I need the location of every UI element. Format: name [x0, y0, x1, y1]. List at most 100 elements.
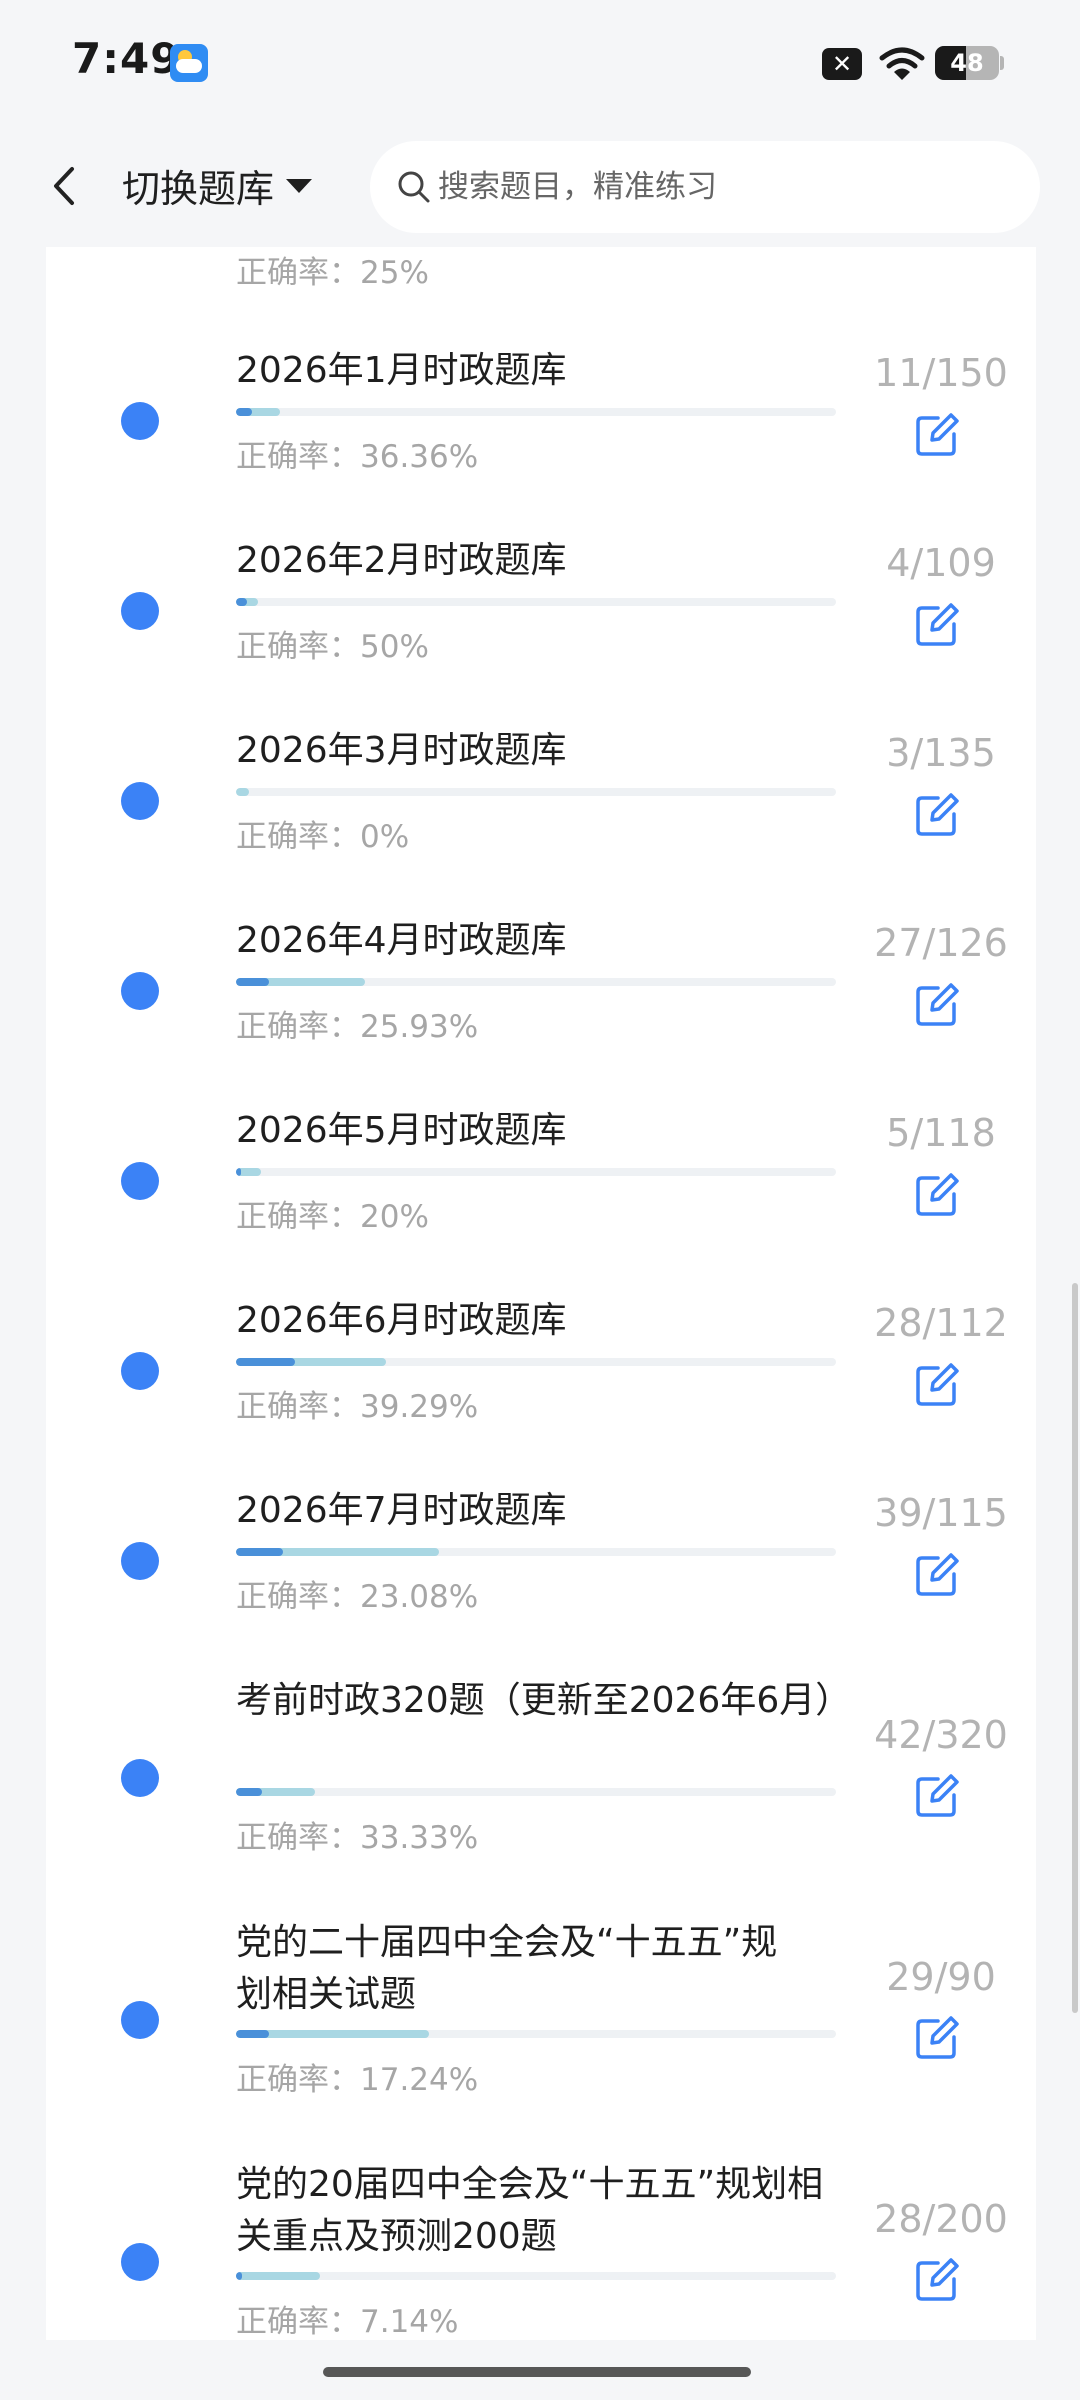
bank-name: 2026年3月时政题库: [236, 730, 567, 771]
list-item[interactable]: 2026年3月时政题库 正确率：0% 3/135: [46, 725, 1036, 915]
list-item[interactable]: 2026年7月时政题库 正确率：23.08% 39/115: [46, 1485, 1036, 1675]
weather-icon: [170, 44, 208, 82]
status-dot: [121, 1162, 159, 1200]
progress-accuracy-fill: [236, 1788, 263, 1796]
list-item[interactable]: 2026年4月时政题库 正确率：25.93% 27/126: [46, 915, 1036, 1105]
status-dot: [121, 592, 159, 630]
progress-count: 3/135: [886, 731, 996, 775]
status-dot: [121, 1352, 159, 1390]
search-input[interactable]: [438, 159, 998, 215]
list-item[interactable]: 2026年5月时政题库 正确率：20% 5/118: [46, 1105, 1036, 1295]
accuracy-text: 正确率：33.33%: [236, 1820, 479, 1856]
edit-icon[interactable]: [914, 1362, 960, 1408]
list-item[interactable]: 党的二十届四中全会及“十五五”规划相关试题 正确率：17.24% 29/90: [46, 1917, 1036, 2159]
caret-down-icon: [286, 178, 313, 193]
top-header: 切换题库: [0, 125, 1080, 247]
edit-icon[interactable]: [914, 1552, 960, 1598]
progress-bar: [236, 978, 836, 986]
edit-icon[interactable]: [914, 602, 960, 648]
progress-accuracy-fill: [236, 2030, 270, 2038]
search-box[interactable]: [370, 141, 1040, 233]
home-indicator[interactable]: [323, 2367, 751, 2377]
search-icon: [398, 171, 430, 203]
progress-bar: [236, 788, 836, 796]
status-bar: 7:49 ✕ 48: [0, 0, 1080, 125]
wifi-icon: [879, 47, 925, 80]
bank-name: 2026年5月时政题库: [236, 1110, 567, 1151]
status-dot: [121, 1759, 159, 1797]
progress-count: 29/90: [886, 1955, 996, 1999]
back-arrow-icon[interactable]: [46, 163, 82, 209]
progress-bar: [236, 2030, 836, 2038]
status-dot: [121, 2001, 159, 2039]
partial-item-accuracy: 正确率：25%: [236, 255, 429, 291]
bank-name: 党的20届四中全会及“十五五”规划相关重点及预测200题: [236, 2164, 824, 2257]
progress-count: 28/200: [874, 2197, 1008, 2241]
notification-x-icon: ✕: [822, 48, 862, 80]
question-bank-list: 正确率：25% 2026年1月时政题库 正确率：36.36% 11/150 20…: [46, 247, 1036, 2340]
status-dot: [121, 402, 159, 440]
bank-name: 2026年6月时政题库: [236, 1300, 567, 1341]
progress-fill: [236, 788, 250, 796]
accuracy-text: 正确率：50%: [236, 629, 429, 665]
accuracy-text: 正确率：25.93%: [236, 1009, 479, 1045]
progress-bar: [236, 1548, 836, 1556]
accuracy-text: 正确率：7.14%: [236, 2304, 459, 2340]
switch-bank-dropdown[interactable]: 切换题库: [122, 158, 313, 213]
status-dot: [121, 2243, 159, 2281]
edit-icon[interactable]: [914, 792, 960, 838]
bank-name: 2026年4月时政题库: [236, 920, 567, 961]
bank-name: 党的二十届四中全会及“十五五”规划相关试题: [236, 1922, 778, 2015]
accuracy-text: 正确率：39.29%: [236, 1389, 479, 1425]
status-dot: [121, 1542, 159, 1580]
list-item[interactable]: 2026年6月时政题库 正确率：39.29% 28/112: [46, 1295, 1036, 1485]
accuracy-text: 正确率：23.08%: [236, 1579, 479, 1615]
header-title: 切换题库: [122, 167, 275, 211]
progress-accuracy-fill: [236, 598, 247, 606]
list-item[interactable]: 党的20届四中全会及“十五五”规划相关重点及预测200题 正确率：7.14% 2…: [46, 2159, 1036, 2340]
bank-name: 2026年7月时政题库: [236, 1490, 567, 1531]
bank-name: 2026年2月时政题库: [236, 540, 567, 581]
status-dot: [121, 782, 159, 820]
progress-fill: [236, 2272, 320, 2280]
progress-count: 27/126: [874, 921, 1008, 965]
status-time: 7:49: [72, 34, 181, 83]
progress-bar: [236, 2272, 836, 2280]
progress-count: 42/320: [874, 1713, 1008, 1757]
progress-bar: [236, 1168, 836, 1176]
progress-bar: [236, 1358, 836, 1366]
battery-icon: 48: [935, 46, 999, 80]
progress-bar: [236, 408, 836, 416]
progress-count: 28/112: [874, 1301, 1008, 1345]
edit-icon[interactable]: [914, 1773, 960, 1819]
progress-count: 4/109: [886, 541, 996, 585]
battery-cap: [1000, 56, 1004, 70]
progress-accuracy-fill: [236, 978, 270, 986]
edit-icon[interactable]: [914, 412, 960, 458]
progress-accuracy-fill: [236, 1358, 295, 1366]
battery-level: 48: [950, 49, 984, 77]
progress-accuracy-fill: [236, 2272, 242, 2280]
edit-icon[interactable]: [914, 2015, 960, 2061]
accuracy-text: 正确率：20%: [236, 1199, 429, 1235]
bank-name: 2026年1月时政题库: [236, 350, 567, 391]
progress-accuracy-fill: [236, 1168, 242, 1176]
progress-count: 11/150: [874, 351, 1008, 395]
list-item[interactable]: 考前时政320题（更新至2026年6月） 正确率：33.33% 42/320: [46, 1675, 1036, 1917]
accuracy-text: 正确率：0%: [236, 819, 410, 855]
accuracy-text: 正确率：17.24%: [236, 2062, 479, 2098]
list-item[interactable]: 2026年2月时政题库 正确率：50% 4/109: [46, 535, 1036, 725]
progress-count: 5/118: [886, 1111, 996, 1155]
edit-icon[interactable]: [914, 982, 960, 1028]
accuracy-text: 正确率：36.36%: [236, 439, 479, 475]
edit-icon[interactable]: [914, 1172, 960, 1218]
progress-bar: [236, 598, 836, 606]
progress-accuracy-fill: [236, 408, 252, 416]
edit-icon[interactable]: [914, 2257, 960, 2303]
status-dot: [121, 972, 159, 1010]
bank-name: 考前时政320题（更新至2026年6月）: [236, 1680, 852, 1721]
list-item[interactable]: 2026年1月时政题库 正确率：36.36% 11/150: [46, 345, 1036, 535]
progress-bar: [236, 1788, 836, 1796]
progress-count: 39/115: [874, 1491, 1008, 1535]
scrollbar[interactable]: [1072, 1283, 1078, 2013]
